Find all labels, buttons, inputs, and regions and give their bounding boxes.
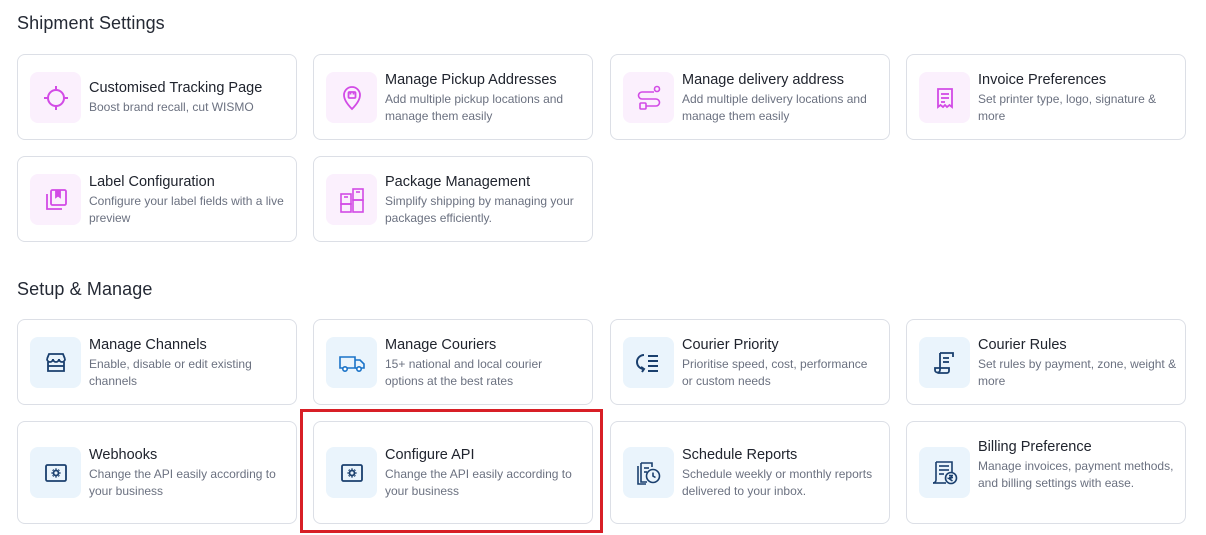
card-invoice-preferences[interactable]: Invoice Preferences Set printer type, lo… <box>906 54 1186 140</box>
card-description: Boost brand recall, cut WISMO <box>89 100 254 114</box>
card-description: Schedule weekly or monthly reports deliv… <box>682 467 873 498</box>
card-title: Configure API <box>385 447 475 463</box>
invoice-icon <box>919 72 970 123</box>
card-description: Change the API easily according to your … <box>89 467 276 498</box>
card-title: Manage Couriers <box>385 337 497 353</box>
card-description: Configure your label fields with a live … <box>89 194 284 225</box>
card-title: Courier Priority <box>682 337 779 353</box>
card-webhooks[interactable]: Webhooks Change the API easily according… <box>17 421 297 524</box>
card-description: Add multiple delivery locations and mana… <box>682 92 867 123</box>
card-title: Manage Channels <box>89 337 207 353</box>
card-title: Webhooks <box>89 447 158 463</box>
card-manage-delivery-address[interactable]: Manage delivery address Add multiple del… <box>610 54 890 140</box>
report-clock-icon <box>623 447 674 498</box>
card-title: Label Configuration <box>89 174 215 190</box>
card-manage-couriers[interactable]: Manage Couriers 15+ national and local c… <box>313 319 593 405</box>
card-manage-channels[interactable]: Manage Channels Enable, disable or edit … <box>17 319 297 405</box>
card-description: Add multiple pickup locations and manage… <box>385 92 564 123</box>
card-description: 15+ national and local courier options a… <box>385 357 543 388</box>
card-courier-rules[interactable]: Courier Rules Set rules by payment, zone… <box>906 319 1186 405</box>
card-description: Set rules by payment, zone, weight & mor… <box>978 357 1177 388</box>
card-description: Enable, disable or edit existing channel… <box>89 357 252 388</box>
card-title: Billing Preference <box>978 439 1092 455</box>
section-title-setup-manage: Setup & Manage <box>17 279 153 299</box>
card-billing-preference[interactable]: Billing Preference Manage invoices, paym… <box>906 421 1186 524</box>
label-icon <box>30 174 81 225</box>
card-configure-api[interactable]: Configure API Change the API easily acco… <box>313 421 593 524</box>
section-title-shipment-settings: Shipment Settings <box>17 13 165 33</box>
card-schedule-reports[interactable]: Schedule Reports Schedule weekly or mont… <box>610 421 890 524</box>
card-description: Set printer type, logo, signature & more <box>978 92 1157 123</box>
card-description: Simplify shipping by managing your packa… <box>385 194 574 225</box>
card-title: Invoice Preferences <box>978 72 1107 88</box>
card-customised-tracking-page[interactable]: Customised Tracking Page Boost brand rec… <box>17 54 297 140</box>
billing-icon <box>919 447 970 498</box>
card-title: Manage Pickup Addresses <box>385 72 557 88</box>
card-title: Courier Rules <box>978 337 1067 353</box>
priority-list-icon <box>623 337 674 388</box>
truck-icon <box>326 337 377 388</box>
card-title: Package Management <box>385 174 531 190</box>
card-title: Customised Tracking Page <box>89 80 263 96</box>
card-package-management[interactable]: Package Management Simplify shipping by … <box>313 156 593 242</box>
card-title: Schedule Reports <box>682 447 798 463</box>
rules-scroll-icon <box>919 337 970 388</box>
store-icon <box>30 337 81 388</box>
card-label-configuration[interactable]: Label Configuration Configure your label… <box>17 156 297 242</box>
card-description: Prioritise speed, cost, performance or c… <box>682 357 868 388</box>
api-gear-icon <box>326 447 377 498</box>
crosshair-icon <box>30 72 81 123</box>
card-courier-priority[interactable]: Courier Priority Prioritise speed, cost,… <box>610 319 890 405</box>
card-description: Manage invoices, payment methods, and bi… <box>978 459 1174 490</box>
card-manage-pickup-addresses[interactable]: Manage Pickup Addresses Add multiple pic… <box>313 54 593 140</box>
card-title: Manage delivery address <box>682 72 845 88</box>
pickup-pin-icon <box>326 72 377 123</box>
api-gear-icon <box>30 447 81 498</box>
delivery-route-icon <box>623 72 674 123</box>
packages-icon <box>326 174 377 225</box>
card-description: Change the API easily according to your … <box>385 467 572 498</box>
